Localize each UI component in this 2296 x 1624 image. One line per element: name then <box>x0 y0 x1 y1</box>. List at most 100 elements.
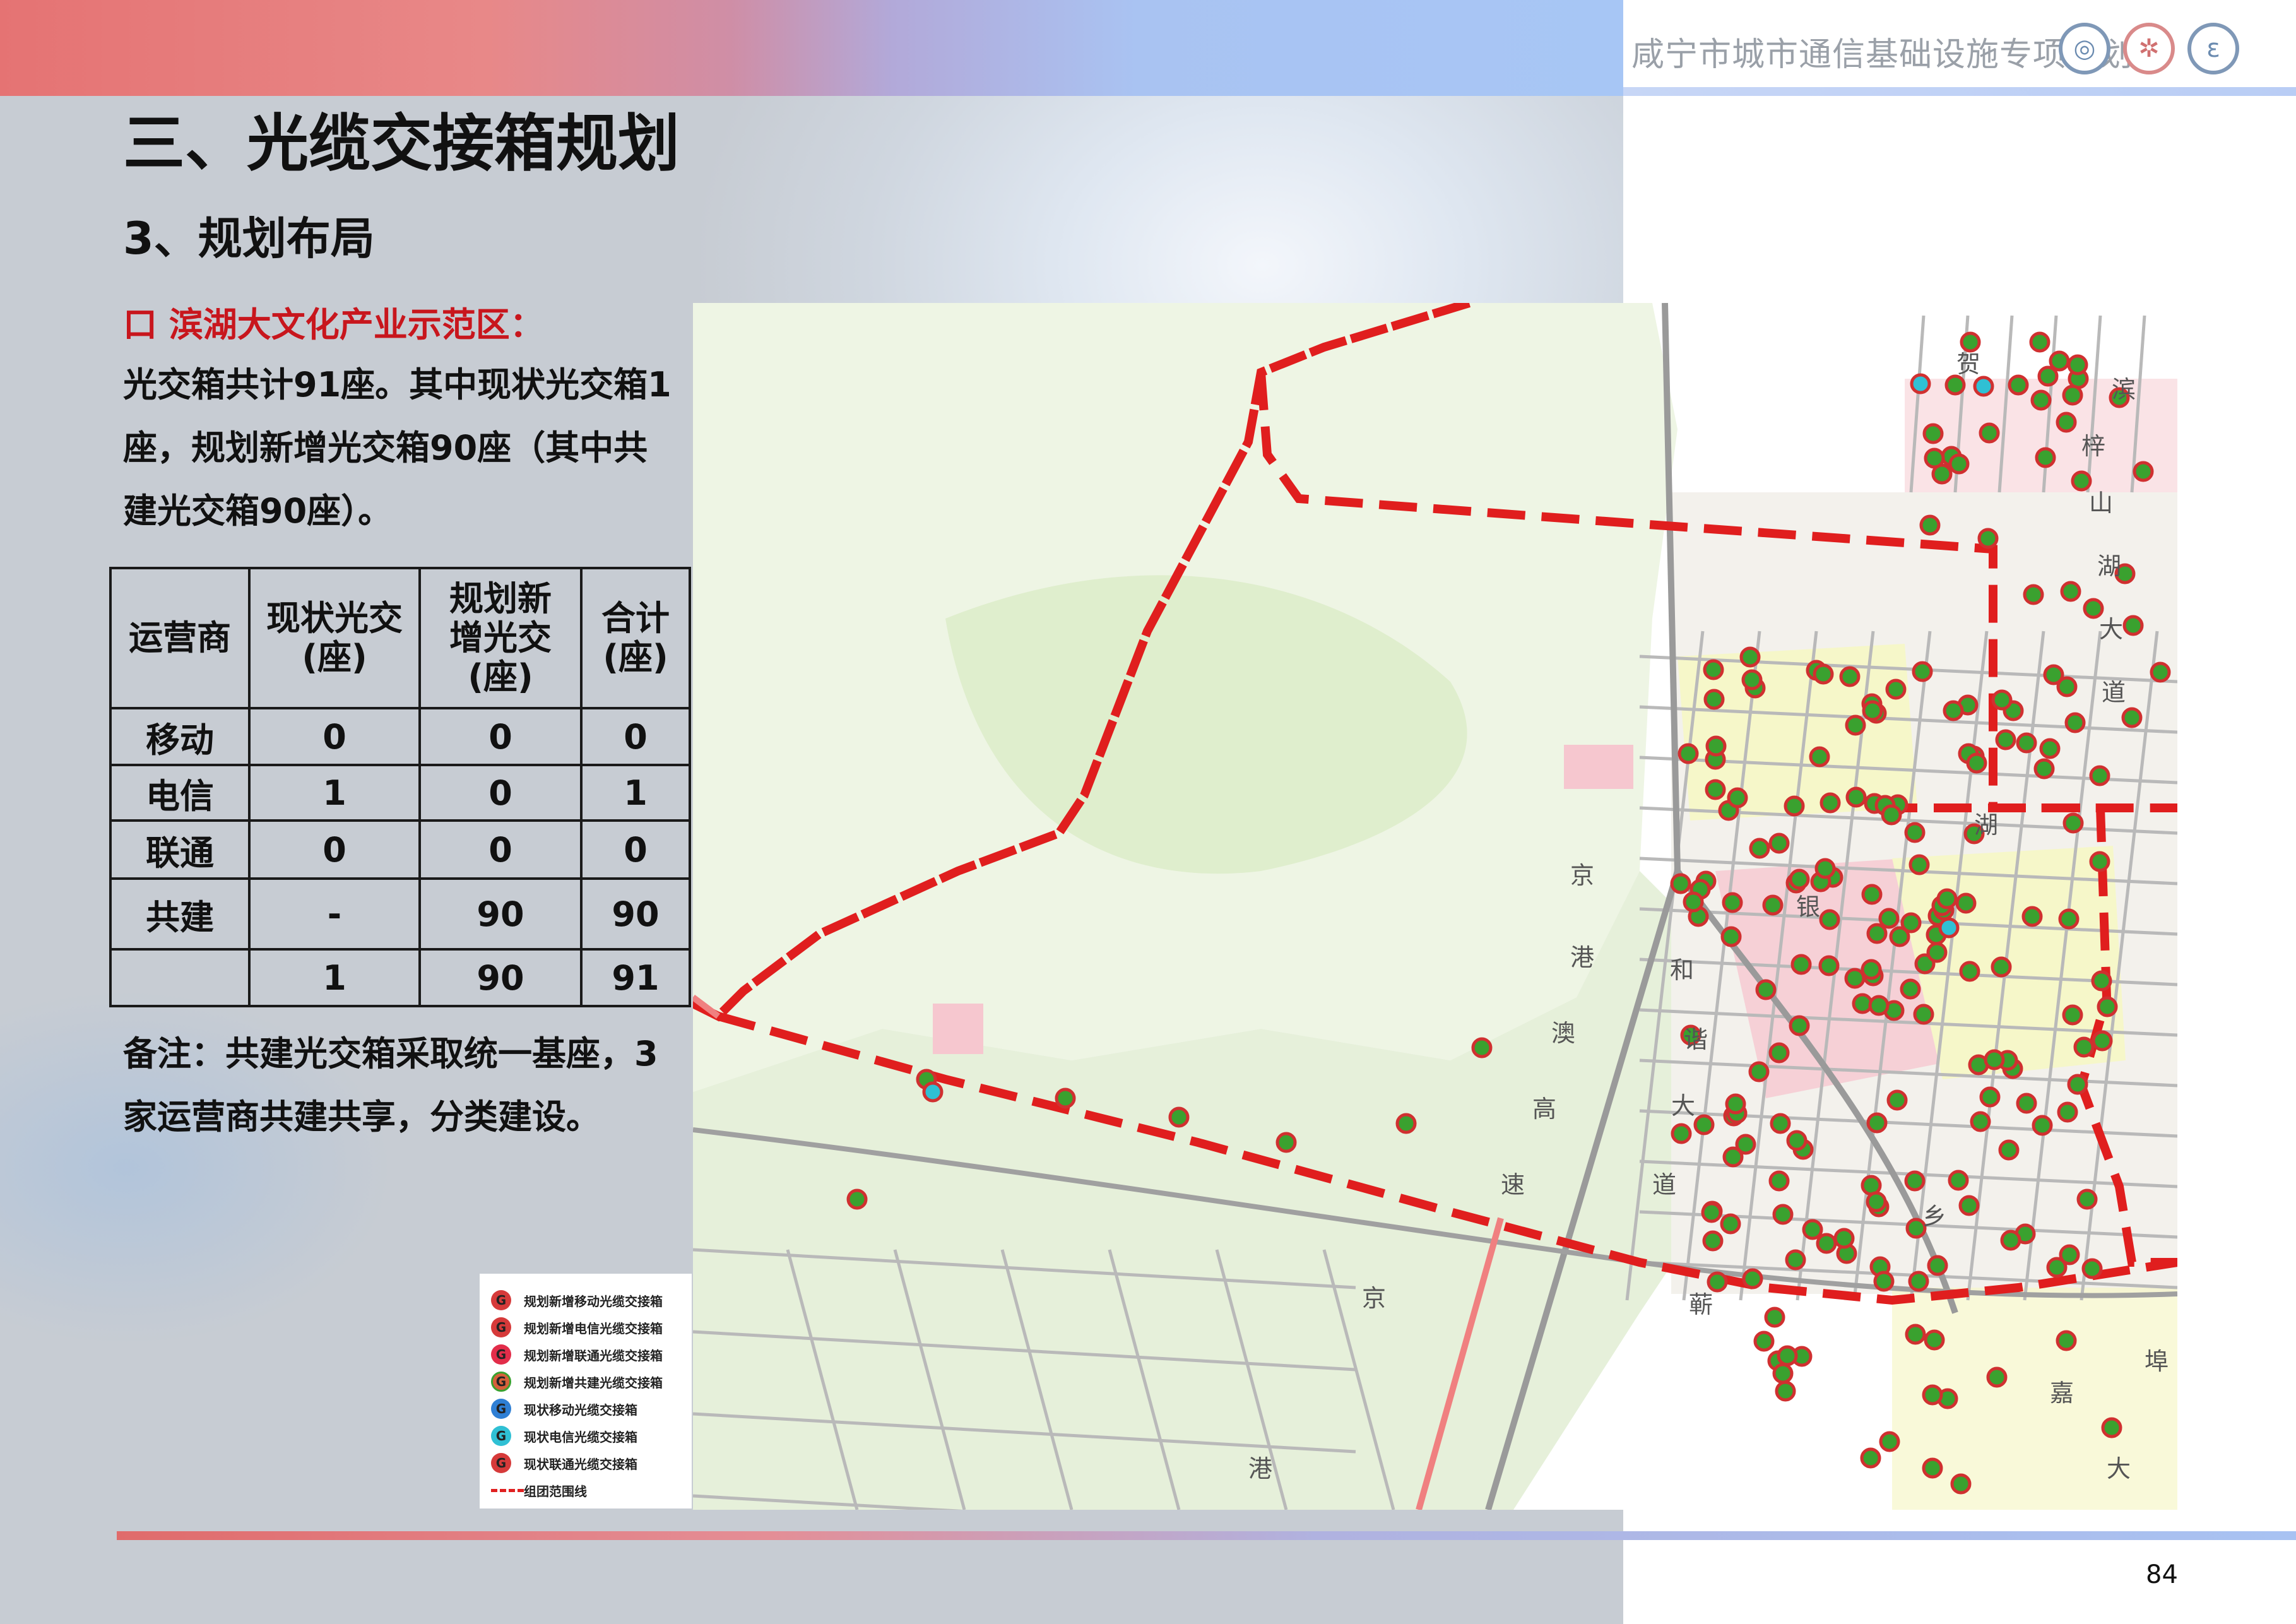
table-header-cell: 运营商 <box>109 567 251 709</box>
china-telecom-logo-icon: ε <box>2187 23 2239 74</box>
fiber-box-marker <box>2071 470 2092 492</box>
road-label: 港 <box>1248 1455 1272 1483</box>
fiber-box-marker <box>1809 746 1830 768</box>
road-label: 澳 <box>1551 1019 1575 1047</box>
fiber-box-marker <box>1748 1061 1770 1082</box>
road-label: 大 <box>2107 1455 2131 1483</box>
fiber-box-marker <box>2062 1004 2083 1026</box>
table-cell: 共建 <box>109 877 251 951</box>
table-row: 共建 - 90 90 <box>109 877 691 951</box>
fiber-box-marker <box>2089 765 2110 786</box>
fiber-box-marker <box>1727 787 1748 809</box>
fiber-box-marker <box>1927 1255 1948 1276</box>
road-label: 道 <box>2102 679 2126 706</box>
map-legend: G 规划新增移动光缆交接箱 G 规划新增电信光缆交接箱 G 规划新增联通光缆交接… <box>480 1274 692 1508</box>
fiber-box-marker <box>1785 1249 1806 1271</box>
fiber-box-marker <box>2032 1115 2053 1136</box>
table-row: 联通 0 0 0 <box>109 819 691 880</box>
fiber-box-marker <box>1970 1111 1991 1132</box>
section-title: 三、光缆交接箱规划 <box>123 108 680 180</box>
table-cell <box>109 948 251 1007</box>
fiber-box-marker <box>1819 909 1840 930</box>
fiber-box-marker <box>2062 384 2083 406</box>
fiber-box-marker <box>1973 376 1994 397</box>
road-label: 湖 <box>2097 552 2121 580</box>
fiber-box-marker <box>1471 1037 1493 1058</box>
fiber-box-marker <box>1768 1042 1790 1064</box>
fiber-box-marker <box>1885 679 1907 700</box>
fiber-box-marker <box>1707 1271 1728 1293</box>
fiber-box-marker <box>1924 1329 1945 1351</box>
fiber-box-marker <box>1844 968 1866 989</box>
fiber-box-marker <box>1862 700 1883 721</box>
road-label: 港 <box>1570 944 1594 971</box>
road-label: 京 <box>1570 862 1594 889</box>
fiber-box-marker <box>1878 908 1900 929</box>
fiber-box-marker <box>1722 892 1743 913</box>
fiber-box-marker <box>1749 838 1770 859</box>
fiber-box-marker <box>1979 1086 2001 1108</box>
fiber-box-marker <box>1922 423 1944 444</box>
fiber-box-marker <box>2067 354 2088 376</box>
fiber-box-marker <box>1908 854 1930 875</box>
fiber-box-marker <box>1784 795 1805 817</box>
marker-icon: G <box>491 1426 511 1446</box>
fiber-box-marker <box>2056 412 2077 433</box>
legend-item: G 现状电信光缆交接箱 <box>491 1423 637 1449</box>
marker-icon: G <box>491 1290 511 1310</box>
fiber-box-marker <box>2150 661 2171 683</box>
fiber-box-marker <box>846 1188 868 1210</box>
fiber-box-marker <box>1671 1123 1692 1144</box>
road-label: 嘉 <box>2050 1379 2074 1407</box>
fiber-box-marker <box>1818 955 1840 976</box>
table-cell: 0 <box>580 707 691 766</box>
fiber-box-marker <box>1959 961 1980 982</box>
fiber-box-marker <box>1055 1088 1076 1109</box>
road-label: 京 <box>1362 1284 1386 1312</box>
table-header-cell: 现状光交 (座) <box>248 567 421 709</box>
fiber-box-marker <box>2021 906 2043 927</box>
fiber-box-marker <box>2030 389 2052 411</box>
planning-map: 京 港 澳 高 速 和 谐 大 道 银 湖 乡 京 港 蕲 嘉 埠 大 贺 滨 … <box>693 303 2177 1510</box>
fiber-box-marker <box>1845 786 1867 808</box>
marker-icon: G <box>491 1317 511 1337</box>
summary-line: 建光交箱90座）。 <box>123 491 393 531</box>
fiber-box-marker <box>1741 669 1763 690</box>
legend-item: G 规划新增移动光缆交接箱 <box>491 1288 663 1313</box>
fiber-box-marker <box>1991 689 2013 711</box>
road-label: 大 <box>2099 615 2123 643</box>
fiber-box-marker <box>1922 1384 1943 1406</box>
fiber-box-marker <box>1868 995 1890 1016</box>
road-label: 滨 <box>2112 376 2136 403</box>
fiber-box-marker <box>1755 979 1777 1000</box>
fiber-box-marker <box>1275 1132 1297 1153</box>
fiber-box-marker <box>1772 1363 1794 1384</box>
fiber-box-marker <box>2083 598 2104 619</box>
fiber-box-marker <box>1845 714 1866 736</box>
fiber-box-marker <box>1705 735 1727 757</box>
fiber-box-marker <box>1861 884 1883 905</box>
fiber-box-marker <box>1670 873 1691 894</box>
fiber-box-marker <box>1395 1113 1417 1134</box>
page-number: 84 <box>2146 1560 2178 1589</box>
footer-rule <box>117 1531 2296 1540</box>
marker-icon: G <box>491 1399 511 1419</box>
fiber-box-marker <box>1703 659 1724 680</box>
table-cell: 1 <box>248 764 421 822</box>
fiber-box-marker <box>1919 514 1941 536</box>
fiber-box-marker <box>2097 996 2118 1017</box>
fiber-box-marker <box>1944 374 1966 396</box>
fiber-box-marker <box>1984 1049 2005 1070</box>
fiber-box-marker <box>1936 888 1958 910</box>
fiber-box-marker <box>1739 646 1761 668</box>
fiber-box-table: 运营商 现状光交 (座) 规划新 增光交 (座) 合计 (座) 移动 0 0 0 电信 … <box>109 567 691 1007</box>
fiber-box-marker <box>1910 373 1931 394</box>
fiber-box-marker <box>1790 954 1812 975</box>
marker-icon: G <box>491 1453 511 1473</box>
fiber-box-marker <box>1873 1271 1895 1292</box>
fiber-box-marker <box>2064 712 2086 733</box>
document-title: 咸宁市城市通信基础设施专项规划 <box>1631 36 2134 74</box>
fiber-box-marker <box>2062 812 2084 834</box>
table-cell: 91 <box>580 948 691 1007</box>
fiber-box-marker <box>2091 970 2112 992</box>
